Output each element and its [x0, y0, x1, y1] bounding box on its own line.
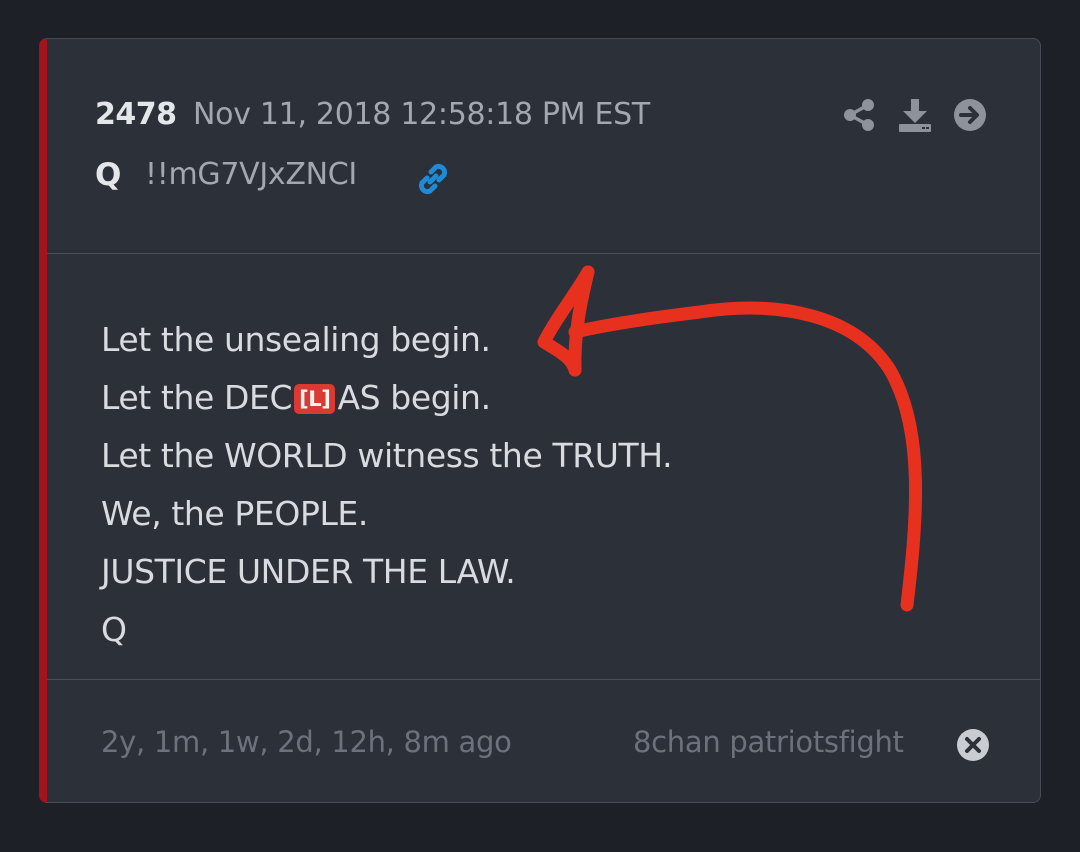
- link-icon[interactable]: [413, 159, 453, 199]
- arrow-right-circle-icon[interactable]: [952, 97, 988, 133]
- post-card: 2478 Nov 11, 2018 12:58:18 PM EST Q !!mG…: [39, 38, 1041, 803]
- post-line-redacted: Let the DEC [L] AS begin.: [101, 369, 672, 427]
- post-line: JUSTICE UNDER THE LAW.: [101, 552, 516, 591]
- post-number: 2478: [95, 97, 177, 132]
- post-line-part: Let the DEC: [101, 378, 293, 417]
- post-line: Let the WORLD witness the TRUTH.: [101, 436, 673, 475]
- post-footer: 2y, 1m, 1w, 2d, 12h, 8m ago 8chan patrio…: [47, 679, 1040, 802]
- time-ago: 2y, 1m, 1w, 2d, 12h, 8m ago: [101, 725, 512, 759]
- redaction-badge: [L]: [294, 384, 336, 414]
- post-body: Let the unsealing begin. Let the DEC [L] A…: [101, 311, 673, 659]
- post-line: Let the unsealing begin.: [101, 320, 491, 359]
- post-line-part: AS begin.: [337, 378, 491, 417]
- post-signature: Q: [101, 610, 127, 649]
- download-icon[interactable]: [897, 97, 933, 133]
- post-header: 2478 Nov 11, 2018 12:58:18 PM EST Q !!mG…: [47, 39, 1040, 254]
- close-circle-icon[interactable]: [956, 728, 990, 762]
- post-line: We, the PEOPLE.: [101, 494, 368, 533]
- post-author: Q: [95, 157, 122, 193]
- post-date: Nov 11, 2018 12:58:18 PM EST: [193, 97, 650, 132]
- share-icon[interactable]: [841, 97, 877, 133]
- post-source[interactable]: 8chan patriotsfight: [633, 725, 904, 759]
- post-tripcode: !!mG7VJxZNCI: [145, 157, 357, 192]
